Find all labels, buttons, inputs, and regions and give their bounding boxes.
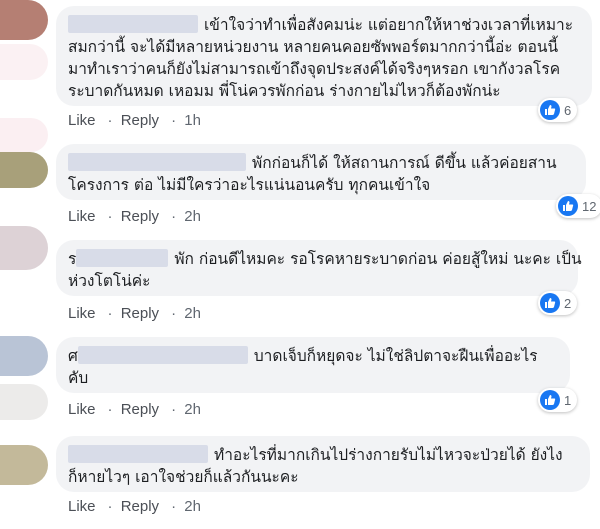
comment-bubble: ทำอะไรที่มากเกินไปร่างกายรับไม่ไหวจะป่วย… [56, 436, 590, 492]
timestamp[interactable]: 2h [184, 498, 201, 515]
comment-line: พักก่อนก็ได้ ให้สถานการณ์ ดีขึ้น แล้วค่อ… [68, 152, 572, 174]
commenter-initial[interactable]: ร [68, 250, 76, 268]
reaction-number: 1 [564, 392, 572, 408]
comment-line: เข้าใจว่าทำเพื่อสังคมน่ะ แต่อยากให้หาช่ว… [68, 14, 578, 36]
comment-bubble: เข้าใจว่าทำเพื่อสังคมน่ะ แต่อยากให้หาช่ว… [56, 6, 592, 106]
avatar[interactable] [0, 44, 48, 80]
comment-text: พักก่อนก็ได้ ให้สถานการณ์ ดีขึ้น แล้วค่อ… [252, 154, 557, 172]
comment-line: ทำอะไรที่มากเกินไปร่างกายรับไม่ไหวจะป่วย… [68, 444, 576, 466]
reply-link[interactable]: Reply [121, 498, 159, 515]
comment-line: ศ บาดเจ็บก็หยุดจะ ไม่ใช่ลิปตาจะฝืนเพื่ออะ… [68, 345, 556, 367]
comment-text: บาดเจ็บก็หยุดจะ ไม่ใช่ลิปตาจะฝืนเพื่ออะไ… [253, 347, 538, 365]
commenter-name[interactable] [77, 346, 248, 364]
reaction-number: 12 [582, 198, 597, 214]
comment-text: ทำอะไรที่มากเกินไปร่างกายรับไม่ไหวจะป่วย… [214, 446, 563, 464]
like-link[interactable]: Like [68, 208, 96, 225]
thumbs-up-icon [540, 100, 560, 120]
comment-text: คับ [68, 369, 89, 387]
avatar[interactable] [0, 384, 48, 420]
timestamp[interactable]: 1h [184, 112, 201, 129]
commenter-name[interactable] [68, 445, 208, 463]
thumbs-up-icon [540, 293, 560, 313]
avatar[interactable] [0, 0, 48, 40]
reaction-count[interactable]: 1 [538, 388, 578, 412]
comment-text: สมกว่านี้ จะได้มีหลายหน่วยงาน หลายคนคอยซ… [68, 38, 559, 56]
comment-actions: Like · Reply · 2h [68, 208, 201, 225]
avatar[interactable] [0, 152, 48, 188]
timestamp[interactable]: 2h [184, 208, 201, 225]
commenter-name[interactable] [76, 249, 169, 267]
comment-text: ระบาดกันหมด เหอมม พี่โน่ควรพักก่อน ร่างก… [68, 82, 501, 100]
reaction-number: 2 [564, 295, 572, 311]
commenter-name[interactable] [68, 15, 198, 33]
reaction-count[interactable]: 2 [538, 291, 578, 315]
comment-text: มาทำเราว่าคนก็ยังไม่สามารถเข้าถึงจุดประส… [68, 60, 561, 78]
reply-link[interactable]: Reply [121, 401, 159, 418]
like-link[interactable]: Like [68, 305, 96, 322]
like-link[interactable]: Like [68, 498, 96, 515]
like-link[interactable]: Like [68, 112, 96, 129]
reaction-count[interactable]: 6 [538, 98, 578, 122]
comment-bubble: ศ บาดเจ็บก็หยุดจะ ไม่ใช่ลิปตาจะฝืนเพื่ออะ… [56, 337, 570, 393]
comment-text: พัก ก่อนดีไหมคะ รอโรคหายระบาดก่อน ค่อยสู… [174, 250, 582, 268]
comment-actions: Like · Reply · 1h [68, 112, 201, 129]
timestamp[interactable]: 2h [184, 401, 201, 418]
comment-line: ร พัก ก่อนดีไหมคะ รอโรคหายระบาดก่อน ค่อยส… [68, 248, 582, 270]
avatar[interactable] [0, 226, 48, 270]
like-link[interactable]: Like [68, 401, 96, 418]
avatar[interactable] [0, 118, 48, 152]
comment-text: ก็หายไวๆ เอาใจช่วยก็แล้วกันนะคะ [68, 468, 299, 486]
comment-text: โครงการ ต่อ ไม่มีใครว่าอะไรแน่นอนครับ ทุ… [68, 176, 431, 194]
avatar[interactable] [0, 445, 48, 485]
comment-actions: Like · Reply · 2h [68, 498, 201, 515]
commenter-name[interactable] [68, 153, 246, 171]
comment-bubble: ร พัก ก่อนดีไหมคะ รอโรคหายระบาดก่อน ค่อยส… [56, 240, 582, 296]
timestamp[interactable]: 2h [184, 305, 201, 322]
reaction-count[interactable]: 12 [556, 194, 600, 218]
reply-link[interactable]: Reply [121, 208, 159, 225]
comment-actions: Like · Reply · 2h [68, 401, 201, 418]
thumbs-up-icon [540, 390, 560, 410]
comment-text: เข้าใจว่าทำเพื่อสังคมน่ะ แต่อยากให้หาช่ว… [204, 16, 574, 34]
reply-link[interactable]: Reply [121, 112, 159, 129]
commenter-initial[interactable]: ศ [68, 347, 78, 365]
comment-actions: Like · Reply · 2h [68, 305, 201, 322]
reply-link[interactable]: Reply [121, 305, 159, 322]
comment-text: ห่วงโตโน่ค่ะ [68, 272, 151, 290]
comment-bubble: พักก่อนก็ได้ ให้สถานการณ์ ดีขึ้น แล้วค่อ… [56, 144, 586, 200]
avatar[interactable] [0, 336, 48, 376]
reaction-number: 6 [564, 102, 572, 118]
thumbs-up-icon [558, 196, 578, 216]
